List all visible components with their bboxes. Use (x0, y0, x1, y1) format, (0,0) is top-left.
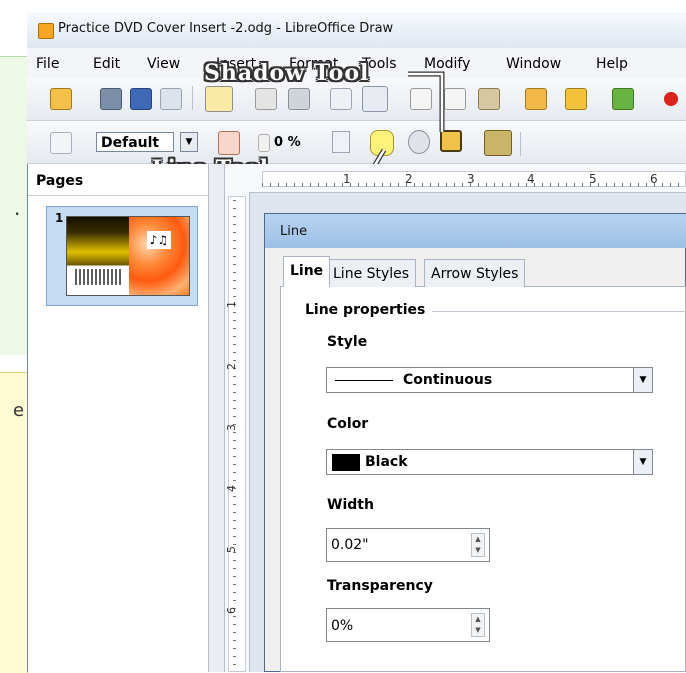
print-icon[interactable] (288, 88, 310, 110)
clone-formatting-icon[interactable] (525, 88, 547, 110)
line-color-value: Black (365, 454, 408, 470)
ruler-ticks (262, 183, 686, 187)
menu-view[interactable]: View (147, 56, 180, 72)
text-fragment: . (14, 196, 21, 220)
ruler-tick-label: 2 (225, 363, 238, 370)
toolbar-separator (520, 132, 521, 156)
ruler-tick-label: 1 (225, 301, 238, 308)
autospellcheck-icon[interactable] (362, 86, 388, 112)
ruler-ticks (233, 200, 236, 670)
line-width-value: 0.02" (331, 537, 369, 553)
toolbox-icon[interactable] (484, 130, 512, 156)
text-fragment: e (13, 400, 25, 421)
ruler-tick-label: 4 (225, 485, 238, 492)
tab-line[interactable]: Line (283, 256, 331, 287)
chevron-down-icon[interactable]: ▼ (633, 450, 652, 474)
redo-icon[interactable] (612, 88, 634, 110)
menu-help[interactable]: Help (596, 56, 628, 72)
line-width-field[interactable]: 0.02" ▲ ▼ (326, 528, 490, 562)
ruler-tick-label: 6 (225, 607, 238, 614)
style-select[interactable]: Default (96, 132, 174, 152)
shadow-tool-pointer (408, 71, 445, 132)
transparency-icon (258, 134, 270, 152)
ruler-tick-label: 5 (225, 546, 238, 553)
section-heading: Line properties (305, 302, 430, 318)
dialog-title: Line (280, 224, 308, 239)
spellcheck-icon[interactable] (330, 88, 352, 110)
line-transparency-field[interactable]: 0% ▲ ▼ (326, 608, 490, 642)
new-document-icon[interactable] (50, 88, 72, 110)
paste-icon[interactable] (478, 88, 500, 110)
line-style-value: Continuous (403, 372, 493, 388)
line-preview (335, 380, 393, 381)
ruler-tick-label: 3 (225, 424, 238, 431)
export-pdf-icon[interactable] (255, 88, 277, 110)
save-icon[interactable] (130, 88, 152, 110)
select-icon[interactable] (50, 132, 72, 154)
pane-splitter[interactable] (209, 164, 225, 672)
tab-arrow-styles[interactable]: Arrow Styles (424, 259, 526, 287)
divider (28, 195, 208, 196)
edit-file-icon[interactable] (205, 86, 233, 112)
style-label: Style (327, 334, 368, 350)
color-swatch (332, 454, 360, 471)
shadow-tool-callout: Shadow Tool (204, 60, 370, 86)
pages-pane-header: Pages (36, 173, 84, 189)
section-divider (432, 311, 686, 312)
width-spinner[interactable]: ▲ ▼ (471, 533, 485, 557)
color-label: Color (327, 416, 369, 432)
record-icon[interactable] (664, 92, 678, 106)
width-label: Width (327, 497, 374, 513)
menu-window[interactable]: Window (506, 56, 561, 72)
toolbar-separator (192, 86, 193, 110)
page-thumbnail[interactable]: ♪♫ (66, 216, 190, 296)
vertical-ruler-track (228, 196, 246, 672)
chevron-down-icon[interactable]: ▼ (180, 132, 198, 152)
line-style-select[interactable]: Continuous ▼ (326, 367, 653, 393)
transparency-spinner[interactable]: ▲ ▼ (471, 613, 485, 637)
open-icon[interactable] (100, 88, 122, 110)
tab-line-styles[interactable]: Line Styles (326, 259, 417, 287)
transparency-label: Transparency (327, 578, 433, 594)
menu-file[interactable]: File (36, 56, 59, 72)
line-color-select[interactable]: Black ▼ (326, 449, 653, 475)
menu-edit[interactable]: Edit (93, 56, 120, 72)
page-number: 1 (55, 211, 64, 225)
window-title: Practice DVD Cover Insert -2.odg - Libre… (58, 21, 394, 36)
chevron-down-icon[interactable]: ▼ (633, 368, 652, 392)
undo-icon[interactable] (565, 88, 587, 110)
styles-and-formatting-icon[interactable] (218, 131, 240, 155)
email-icon[interactable] (160, 88, 182, 110)
line-transparency-value: 0% (331, 618, 354, 634)
dialog-title-bar[interactable] (265, 214, 686, 248)
draw-app-icon (38, 23, 54, 39)
